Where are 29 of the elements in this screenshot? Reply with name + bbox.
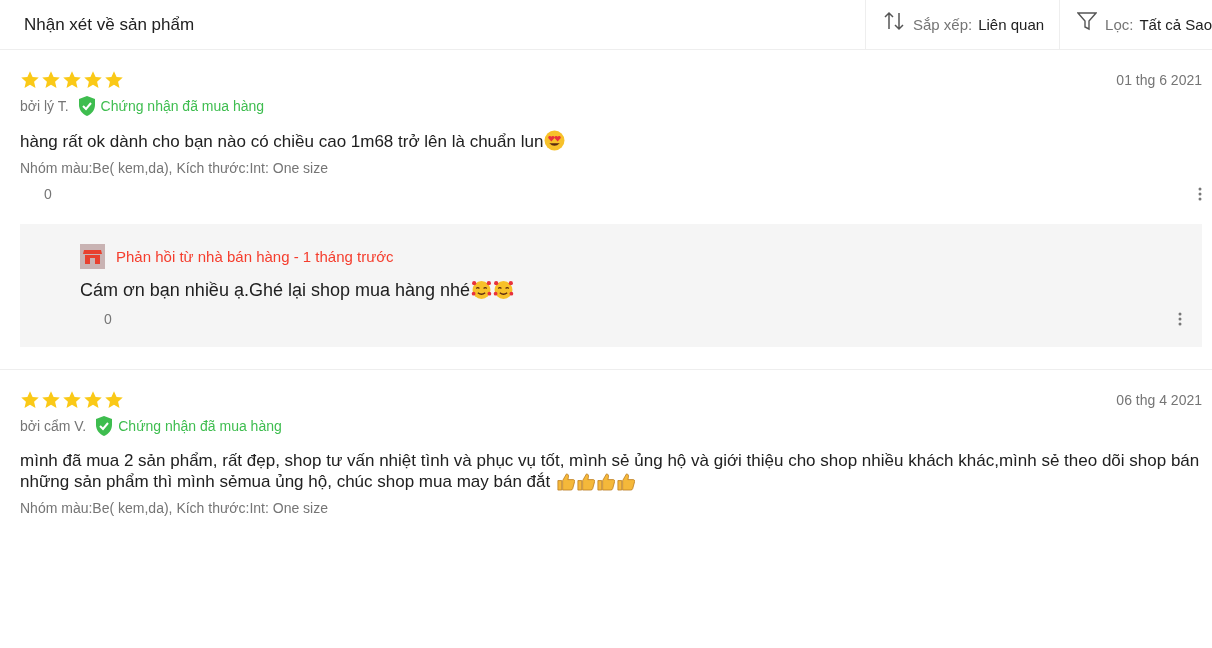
review-date: 01 thg 6 2021 [1116,72,1202,88]
thumbs-up-emoji-icon [575,472,595,491]
smiling-hearts-emoji-icon [493,279,515,300]
sort-control[interactable]: Sắp xếp: Liên quan [864,0,1060,49]
thumbs-up-emoji-icon [615,472,635,491]
verified-purchase-label: Chứng nhận đã mua hàng [118,418,282,434]
author-name: bởi lý T. [20,98,69,114]
variant-info: Nhóm màu:Be( kem,da), Kích thước:Int: One size [20,500,329,516]
verified-purchase-label: Chứng nhận đã mua hàng [100,98,265,114]
sort-icon [882,9,905,32]
filter-icon [1077,10,1098,31]
like-count: 0 [104,311,112,327]
more-options-icon[interactable] [1198,187,1202,201]
filter-control[interactable]: Lọc: Tất cả Sao [1059,0,1212,49]
more-options-icon[interactable] [1178,312,1182,326]
review-date: 06 thg 4 2021 [1116,392,1202,408]
thumbs-up-emoji-icon [555,472,575,491]
review-text: mình đã mua 2 sản phẩm, rất đẹp, shop tư vấn nhiệt tình và phục vụ tốt, mình sẻ ủng hộ và giới thiệu cho shop nhiều khách khác,mình sẻ theo dõi shop bán những sản phẩm thì mình sẻmua ủng hộ, chúc shop mua may bán đắt [20,450,1201,492]
review-text: hàng rất ok dành cho bạn nào có chiều cao 1m68 trở lên là chuẩn lun [20,130,1202,152]
variant-info: Nhóm màu:Be( kem,da), Kích thước:Int: One size [20,160,329,176]
section-title: Nhận xét về sản phẩm [23,14,196,35]
like-count: 0 [44,186,52,202]
thumbs-up-emoji-icon [595,472,615,491]
author-name: bởi cẩm V. [20,418,87,434]
shop-icon [80,244,105,269]
heart-eyes-emoji-icon [544,130,566,151]
seller-reply-title: Phản hồi từ nhà bán hàng - 1 tháng trước [116,248,394,265]
smiling-hearts-emoji-icon [471,279,493,300]
seller-reply-text: Cám ơn bạn nhiều ạ.Ghé lại shop mua hàng nhé [80,279,1182,301]
